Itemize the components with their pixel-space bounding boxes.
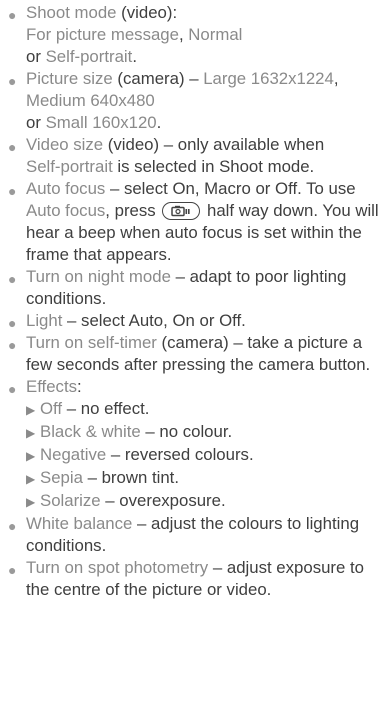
bullet-icon: ● xyxy=(8,139,17,155)
bullet-icon: ● xyxy=(8,381,17,397)
term: Light xyxy=(26,311,63,330)
list-item-self-timer: ● Turn on self-timer (camera) – take a p… xyxy=(0,332,391,376)
desc: : xyxy=(77,377,82,396)
term: Black & white xyxy=(40,422,141,441)
term: Picture size xyxy=(26,69,113,88)
desc: – no effect. xyxy=(62,399,150,418)
list-item-effects: ● Effects: ▶ Off – no effect. ▶ Black & wh… xyxy=(0,376,391,513)
term: Turn on spot photometry xyxy=(26,558,209,577)
term: Turn on night mode xyxy=(26,267,171,286)
bullet-icon: ● xyxy=(8,518,17,534)
term: Self-portrait xyxy=(45,47,133,66)
term: For picture message xyxy=(26,25,179,44)
bullet-icon: ● xyxy=(8,73,17,89)
desc: or xyxy=(26,113,46,132)
term: Shoot mode xyxy=(26,3,117,22)
bullet-icon: ● xyxy=(8,315,17,331)
settings-list: ● Shoot mode (video): For picture messag… xyxy=(0,2,391,601)
triangle-right-icon: ▶ xyxy=(26,403,36,417)
term: Large 1632x1224 xyxy=(203,69,334,88)
triangle-right-icon: ▶ xyxy=(26,495,36,509)
bullet-icon: ● xyxy=(8,337,17,353)
term: Turn on self-timer xyxy=(26,333,157,352)
term: Effects xyxy=(26,377,77,396)
desc: – overexposure. xyxy=(100,491,226,510)
term: Negative xyxy=(40,445,107,464)
desc: – select Auto, On or Off. xyxy=(62,311,246,330)
effects-list: ▶ Off – no effect. ▶ Black & white – no co… xyxy=(26,398,389,513)
desc: (video) – only available when xyxy=(103,135,325,154)
term: Medium 640x480 xyxy=(26,91,155,110)
desc: . xyxy=(156,113,162,132)
desc: , xyxy=(178,25,189,44)
desc: is selected in Shoot mode. xyxy=(112,157,315,176)
desc: . xyxy=(132,47,137,66)
list-item-spot-photometry: ● Turn on spot photometry – adjust expos… xyxy=(0,557,391,601)
term: Sepia xyxy=(40,468,83,487)
list-item-shoot-mode: ● Shoot mode (video): For picture messag… xyxy=(0,2,391,68)
list-item-video-size: ● Video size (video) – only available wh… xyxy=(0,134,391,178)
triangle-right-icon: ▶ xyxy=(26,426,36,440)
triangle-right-icon: ▶ xyxy=(26,449,36,463)
term: Small 160x120 xyxy=(45,113,157,132)
desc: – brown tint. xyxy=(82,468,179,487)
list-item-white-balance: ● White balance – adjust the colours to … xyxy=(0,513,391,557)
desc: – select On, Macro or Off. To use xyxy=(105,179,356,198)
list-item-picture-size: ● Picture size (camera) – Large 1632x122… xyxy=(0,68,391,134)
term: Self-portrait xyxy=(26,157,113,176)
desc: (video): xyxy=(116,3,178,22)
desc: – reversed colours. xyxy=(106,445,254,464)
term: Solarize xyxy=(40,491,101,510)
list-item-light: ● Light – select Auto, On or Off. xyxy=(0,310,391,332)
term: White balance xyxy=(26,514,133,533)
term: Auto focus xyxy=(26,179,106,198)
desc: (camera) – xyxy=(112,69,204,88)
effect-item-off: ▶ Off – no effect. xyxy=(26,398,389,421)
term: Auto focus xyxy=(26,201,106,220)
effect-item-black-white: ▶ Black & white – no colour. xyxy=(26,421,389,444)
desc: – no colour. xyxy=(140,422,233,441)
manual-page: ● Shoot mode (video): For picture messag… xyxy=(0,0,391,719)
bullet-icon: ● xyxy=(8,271,17,287)
camera-key-icon xyxy=(162,202,201,220)
triangle-right-icon: ▶ xyxy=(26,472,36,486)
bullet-icon: ● xyxy=(8,562,17,578)
desc: , press xyxy=(105,201,161,220)
list-item-auto-focus: ● Auto focus – select On, Macro or Off. … xyxy=(0,178,391,266)
bullet-icon: ● xyxy=(8,7,17,23)
desc: , xyxy=(333,69,339,88)
term: Normal xyxy=(188,25,243,44)
effect-item-sepia: ▶ Sepia – brown tint. xyxy=(26,467,389,490)
effect-item-solarize: ▶ Solarize – overexposure. xyxy=(26,490,389,513)
term: Off xyxy=(40,399,63,418)
list-item-night-mode: ● Turn on night mode – adapt to poor lig… xyxy=(0,266,391,310)
term: Video size xyxy=(26,135,104,154)
effect-item-negative: ▶ Negative – reversed colours. xyxy=(26,444,389,467)
desc: or xyxy=(26,47,46,66)
bullet-icon: ● xyxy=(8,183,17,199)
